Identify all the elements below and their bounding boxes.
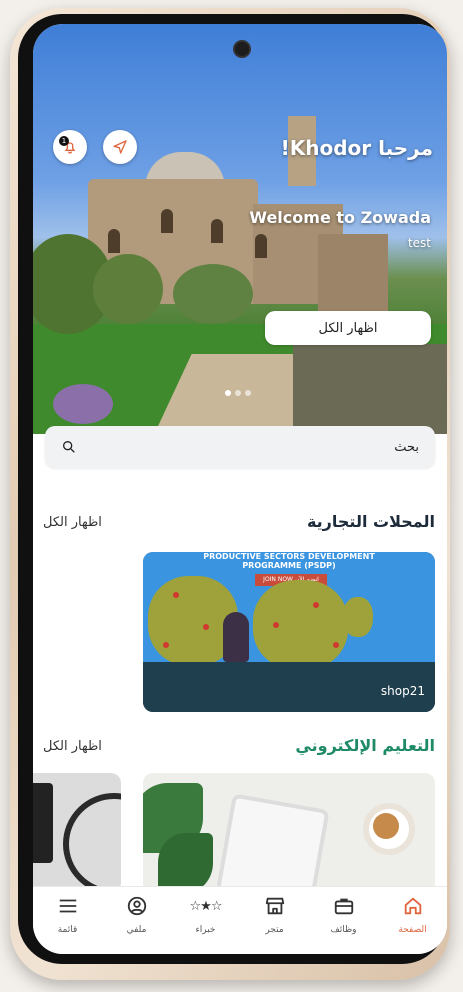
tab-home[interactable]: الصفحة [378, 887, 447, 954]
shop-image: PRODUCTIVE SECTORS DEVELOPMENT PROGRAMME… [143, 552, 435, 670]
send-icon [113, 140, 127, 154]
hero-show-all-button[interactable]: اظهار الكل [265, 311, 431, 345]
shop-name: shop21 [380, 684, 425, 698]
shops-show-all-link[interactable]: اظهار الكل [43, 515, 102, 530]
user-icon [127, 896, 146, 916]
front-camera [233, 40, 251, 58]
tab-jobs[interactable]: وظائف [309, 887, 378, 954]
banner-line-2: PROGRAMME (PSDP) [242, 561, 336, 570]
tab-menu[interactable]: قائمة [33, 887, 102, 954]
search-bar[interactable]: بحث [45, 426, 435, 468]
subtitle-text: test [407, 236, 431, 250]
banner-line-1: PRODUCTIVE SECTORS DEVELOPMENT [203, 552, 375, 561]
menu-icon [59, 899, 76, 913]
tablet-image [214, 793, 330, 893]
search-input[interactable]: بحث [394, 440, 419, 455]
shop-card[interactable]: PRODUCTIVE SECTORS DEVELOPMENT PROGRAMME… [143, 552, 435, 712]
notifications-button[interactable]: 1 [53, 130, 87, 164]
tab-profile[interactable]: ملفي [102, 887, 171, 954]
course-card[interactable] [143, 773, 435, 893]
course-card[interactable] [33, 773, 121, 893]
ring-light-image [63, 793, 121, 893]
tab-experts[interactable]: ☆★☆ خبراء [171, 887, 240, 954]
search-icon [63, 441, 75, 453]
store-icon [265, 897, 284, 915]
stars-icon: ☆★☆ [189, 898, 223, 914]
shops-section-title: المحلات التجارية [306, 512, 435, 531]
briefcase-icon [334, 898, 353, 915]
carousel-dots [225, 390, 251, 396]
elearning-show-all-link[interactable]: اظهار الكل [43, 739, 102, 754]
messages-button[interactable] [103, 130, 137, 164]
person-illustration [223, 612, 249, 662]
app-screen: 1 مرحبا Khodor! Welcome to Zowada test ا… [33, 24, 447, 954]
tab-store[interactable]: متجر [240, 887, 309, 954]
bottom-tab-bar: الصفحة وظائف متجر ☆★☆ خبراء ملفي قائمة [33, 886, 447, 954]
notification-badge: 1 [59, 136, 69, 146]
hero-banner[interactable]: 1 مرحبا Khodor! Welcome to Zowada test ا… [33, 24, 447, 434]
elearning-section-title: التعليم الإلكتروني [295, 736, 435, 755]
greeting-text: مرحبا Khodor! [280, 136, 433, 160]
welcome-text: Welcome to Zowada [249, 208, 431, 227]
home-icon [404, 897, 421, 915]
